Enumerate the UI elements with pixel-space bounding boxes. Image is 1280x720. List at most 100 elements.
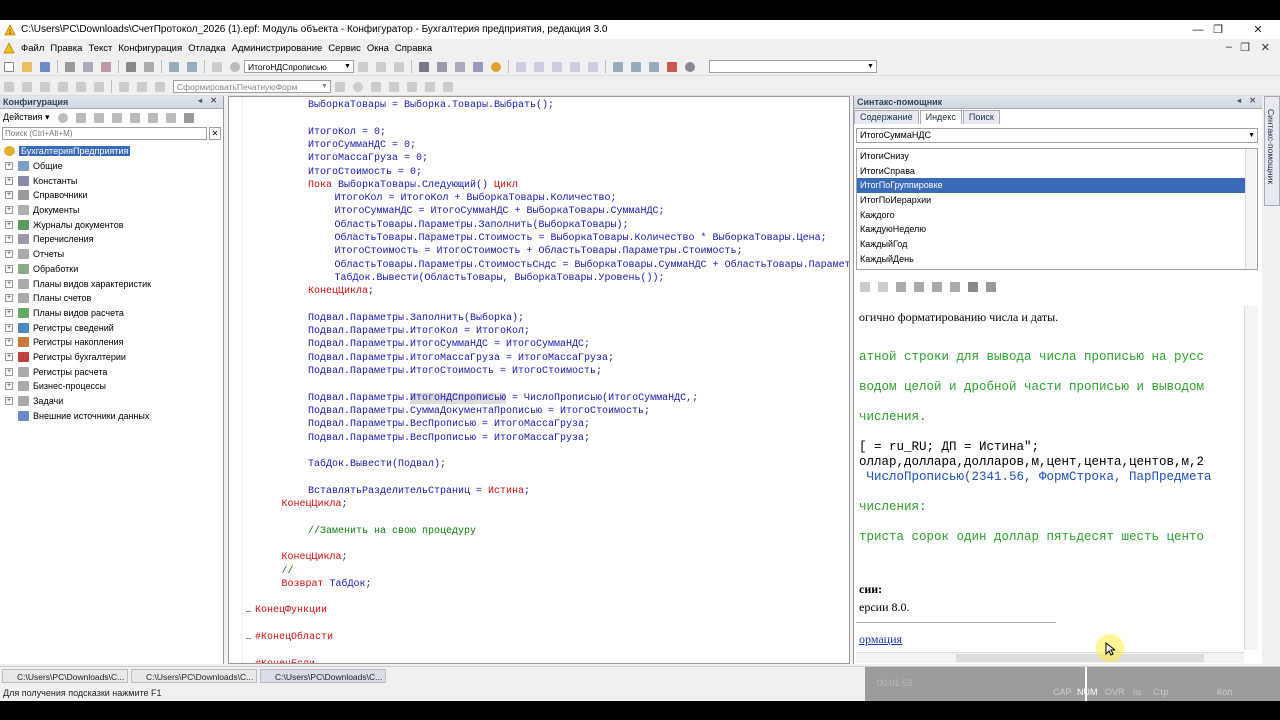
syntax-helper-side-tab[interactable]: Синтакс-помощник — [1264, 96, 1280, 206]
index-search-input[interactable]: ИтогоСуммаНДС ▼ — [856, 128, 1258, 143]
print-icon[interactable] — [123, 60, 139, 74]
cut-icon[interactable] — [62, 60, 78, 74]
tree-item[interactable]: + Константы — [0, 173, 223, 188]
tree-item[interactable]: + Бизнес-процессы — [0, 379, 223, 394]
settings-help-icon[interactable] — [983, 280, 999, 294]
filter-icon[interactable] — [181, 111, 197, 125]
menu-debug[interactable]: Отладка — [185, 43, 229, 54]
debug-run-icon[interactable] — [585, 60, 601, 74]
menu-configuration[interactable]: Конфигурация — [115, 43, 185, 54]
tree-item[interactable]: + Планы счетов — [0, 291, 223, 306]
tree-item[interactable]: + Обработки — [0, 262, 223, 277]
expand-icon[interactable]: + — [5, 162, 13, 171]
expand-icon[interactable]: + — [5, 352, 13, 361]
tree-item[interactable]: + Перечисления — [0, 232, 223, 247]
tree-item[interactable]: + Журналы документов — [0, 217, 223, 232]
index-list-item[interactable]: ИтогПоИерархии — [857, 193, 1257, 208]
index-list-item[interactable]: КаждыйГод — [857, 237, 1257, 252]
new-icon[interactable] — [1, 60, 17, 74]
menu-help[interactable]: Справка — [392, 43, 435, 54]
search-icon[interactable] — [227, 60, 243, 74]
paste-icon[interactable] — [98, 60, 114, 74]
step-icon[interactable] — [386, 80, 402, 94]
syntax-check-icon[interactable] — [332, 80, 348, 94]
print-help-icon[interactable] — [965, 280, 981, 294]
task-window-1[interactable]: C:\Users\PC\Downloads\C... — [2, 669, 128, 683]
search-combo[interactable]: ИтогоНДСпрописью ▼ — [244, 60, 354, 73]
menu-edit[interactable]: Правка — [47, 43, 85, 54]
panel-header-buttons[interactable]: ◂ ✕ — [1237, 96, 1259, 105]
goto-procedure-icon[interactable] — [134, 80, 150, 94]
chevron-down-icon[interactable]: ▼ — [866, 62, 875, 71]
menu-windows[interactable]: Окна — [364, 43, 392, 54]
tree-item[interactable]: + Регистры бухгалтерии — [0, 350, 223, 365]
indent-icon[interactable] — [1, 80, 17, 94]
tree-item[interactable]: + Задачи — [0, 394, 223, 409]
tree-item[interactable]: + Планы видов характеристик — [0, 276, 223, 291]
save-icon[interactable] — [37, 60, 53, 74]
chevron-down-icon[interactable]: ▼ — [1248, 129, 1255, 142]
app-menu-icon[interactable] — [1, 41, 17, 55]
chevron-down-icon[interactable]: ▼ — [343, 62, 352, 71]
index-list-item[interactable]: ИтогПоГруппировке — [857, 178, 1257, 194]
doc-minimize-button[interactable]: – — [1226, 41, 1232, 53]
help-content[interactable]: огично форматированию числа и даты. атной… — [856, 306, 1260, 650]
expand-icon[interactable]: + — [5, 191, 13, 200]
panel-header-buttons[interactable]: ◂ ✕ — [198, 96, 220, 105]
expand-icon[interactable]: + — [5, 397, 13, 406]
help-horizontal-scrollbar[interactable] — [856, 652, 1244, 663]
index-list-item[interactable]: ИтогиСнизу — [857, 149, 1257, 164]
procedure-list-icon[interactable] — [116, 80, 132, 94]
expand-icon[interactable]: + — [5, 338, 13, 347]
find-icon[interactable] — [209, 60, 225, 74]
copy-help-icon[interactable] — [947, 280, 963, 294]
menu-text[interactable]: Текст — [85, 43, 115, 54]
edit-icon[interactable] — [73, 111, 89, 125]
table-icon[interactable] — [440, 80, 456, 94]
find-in-help-icon[interactable] — [893, 280, 909, 294]
doc-restore-button[interactable]: ❐ — [1240, 41, 1250, 54]
expand-icon[interactable]: + — [5, 294, 13, 303]
info-icon[interactable] — [488, 60, 504, 74]
find-in-tree-icon[interactable] — [434, 60, 450, 74]
copy-icon[interactable] — [80, 60, 96, 74]
format-icon[interactable] — [73, 80, 89, 94]
clear-search-icon[interactable]: ✕ — [209, 127, 221, 140]
tab-index[interactable]: Индекс — [919, 110, 962, 124]
actions-menu[interactable]: Действия ▾ — [3, 112, 49, 123]
window-tile-icon[interactable] — [610, 60, 626, 74]
restore-button[interactable]: ❐ — [1198, 20, 1238, 39]
find-prev-icon[interactable] — [373, 60, 389, 74]
help-text-line[interactable]: ормация — [859, 632, 902, 647]
tree-item[interactable]: + Документы — [0, 203, 223, 218]
tab-search[interactable]: Поиск — [962, 110, 1000, 124]
tree-item[interactable]: + Общие — [0, 159, 223, 174]
tree-item[interactable]: БухгалтерияПредприятия — [0, 144, 223, 159]
run-icon[interactable] — [368, 80, 384, 94]
comment-icon[interactable] — [37, 80, 53, 94]
help-scroll-thumb[interactable] — [956, 654, 1204, 662]
sync-icon[interactable] — [911, 280, 927, 294]
tree-item[interactable]: + Отчеты — [0, 247, 223, 262]
chevron-down-icon[interactable]: ▼ — [320, 82, 329, 91]
index-scrollbar[interactable] — [1245, 149, 1257, 269]
tree-item[interactable]: + Регистры сведений — [0, 320, 223, 335]
binoculars-icon[interactable] — [416, 60, 432, 74]
sort-icon[interactable] — [163, 111, 179, 125]
expand-icon[interactable]: + — [5, 206, 13, 215]
index-list-item[interactable]: Каждого — [857, 208, 1257, 223]
settings-icon[interactable] — [682, 60, 698, 74]
uncomment-icon[interactable] — [55, 80, 71, 94]
close-button[interactable]: ✕ — [1238, 20, 1278, 39]
index-list-item[interactable]: ИтогиСправа — [857, 164, 1257, 179]
menu-administration[interactable]: Администрирование — [229, 43, 326, 54]
home-icon[interactable] — [929, 280, 945, 294]
expand-icon[interactable]: + — [5, 235, 13, 244]
expand-icon[interactable]: + — [5, 279, 13, 288]
debug-start-icon[interactable] — [513, 60, 529, 74]
doc-close-button[interactable]: ✕ — [1261, 41, 1270, 54]
module-icon[interactable] — [152, 80, 168, 94]
task-window-2[interactable]: C:\Users\PC\Downloads\C... — [131, 669, 257, 683]
wizard-icon[interactable] — [91, 80, 107, 94]
help-vertical-scrollbar[interactable] — [1244, 306, 1258, 650]
